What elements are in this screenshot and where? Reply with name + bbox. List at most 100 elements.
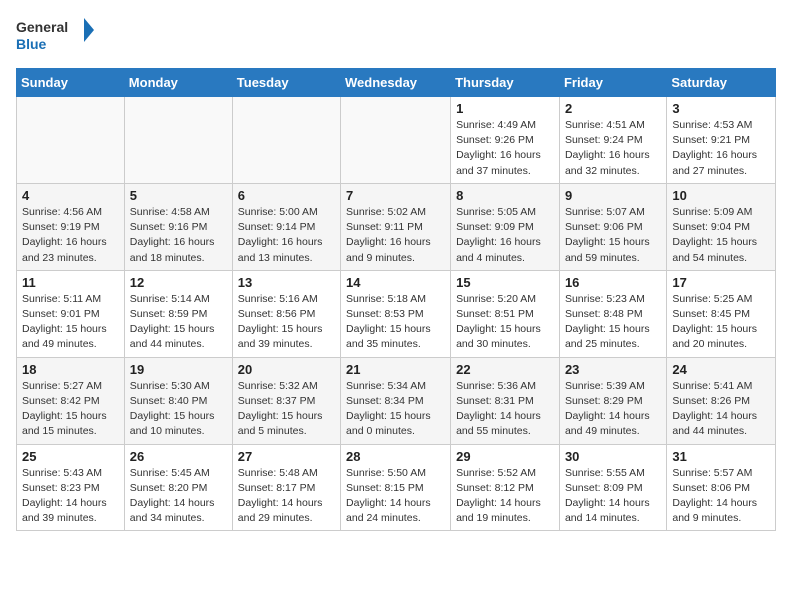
weekday-header-row: SundayMondayTuesdayWednesdayThursdayFrid… — [17, 69, 776, 97]
weekday-header-monday: Monday — [124, 69, 232, 97]
day-number: 30 — [565, 449, 661, 464]
day-number: 29 — [456, 449, 554, 464]
day-info: Sunrise: 5:36 AM Sunset: 8:31 PM Dayligh… — [456, 379, 554, 440]
calendar-cell: 25Sunrise: 5:43 AM Sunset: 8:23 PM Dayli… — [17, 444, 125, 531]
week-row-2: 4 Sunrise: 4:56 AM Sunset: 9:19 PM Daylig… — [17, 183, 776, 270]
calendar-cell: 23 Sunrise: 5:39 AM Sunset: 8:29 PM Dayli… — [559, 357, 666, 444]
day-number: 12 — [130, 275, 227, 290]
day-number: 24 — [672, 362, 770, 377]
week-row-1: 1Sunrise: 4:49 AM Sunset: 9:26 PM Daylig… — [17, 97, 776, 184]
svg-text:General: General — [16, 19, 68, 35]
calendar-cell: 7Sunrise: 5:02 AM Sunset: 9:11 PM Daylig… — [341, 183, 451, 270]
day-info: Sunrise: 5:39 AM Sunset: 8:29 PM Dayligh… — [565, 379, 661, 440]
day-info: Sunrise: 4:53 AM Sunset: 9:21 PM Dayligh… — [672, 118, 770, 179]
day-info: Sunrise: 5:05 AM Sunset: 9:09 PM Dayligh… — [456, 205, 554, 266]
day-number: 8 — [456, 188, 554, 203]
day-info: Sunrise: 5:50 AM Sunset: 8:15 PM Dayligh… — [346, 466, 445, 527]
day-number: 11 — [22, 275, 119, 290]
weekday-header-sunday: Sunday — [17, 69, 125, 97]
day-number: 13 — [238, 275, 335, 290]
day-number: 3 — [672, 101, 770, 116]
day-info: Sunrise: 5:55 AM Sunset: 8:09 PM Dayligh… — [565, 466, 661, 527]
day-number: 5 — [130, 188, 227, 203]
calendar-table: SundayMondayTuesdayWednesdayThursdayFrid… — [16, 68, 776, 531]
day-number: 19 — [130, 362, 227, 377]
calendar-cell: 6 Sunrise: 5:00 AM Sunset: 9:14 PM Daylig… — [232, 183, 340, 270]
calendar-cell: 11 Sunrise: 5:11 AM Sunset: 9:01 PM Dayli… — [17, 270, 125, 357]
calendar-cell: 28 Sunrise: 5:50 AM Sunset: 8:15 PM Dayli… — [341, 444, 451, 531]
day-number: 2 — [565, 101, 661, 116]
calendar-cell: 19 Sunrise: 5:30 AM Sunset: 8:40 PM Dayli… — [124, 357, 232, 444]
day-number: 18 — [22, 362, 119, 377]
day-info: Sunrise: 5:34 AM Sunset: 8:34 PM Dayligh… — [346, 379, 445, 440]
day-info: Sunrise: 5:14 AM Sunset: 8:59 PM Dayligh… — [130, 292, 227, 353]
day-info: Sunrise: 5:45 AM Sunset: 8:20 PM Dayligh… — [130, 466, 227, 527]
calendar-cell: 24 Sunrise: 5:41 AM Sunset: 8:26 PM Dayli… — [667, 357, 776, 444]
calendar-cell: 3 Sunrise: 4:53 AM Sunset: 9:21 PM Daylig… — [667, 97, 776, 184]
calendar-cell: 20 Sunrise: 5:32 AM Sunset: 8:37 PM Dayli… — [232, 357, 340, 444]
weekday-header-saturday: Saturday — [667, 69, 776, 97]
day-info: Sunrise: 5:30 AM Sunset: 8:40 PM Dayligh… — [130, 379, 227, 440]
weekday-header-tuesday: Tuesday — [232, 69, 340, 97]
day-number: 22 — [456, 362, 554, 377]
weekday-header-thursday: Thursday — [451, 69, 560, 97]
day-info: Sunrise: 5:00 AM Sunset: 9:14 PM Dayligh… — [238, 205, 335, 266]
day-info: Sunrise: 5:32 AM Sunset: 8:37 PM Dayligh… — [238, 379, 335, 440]
calendar-cell: 21 Sunrise: 5:34 AM Sunset: 8:34 PM Dayli… — [341, 357, 451, 444]
week-row-4: 18 Sunrise: 5:27 AM Sunset: 8:42 PM Dayli… — [17, 357, 776, 444]
day-info: Sunrise: 5:52 AM Sunset: 8:12 PM Dayligh… — [456, 466, 554, 527]
day-number: 16 — [565, 275, 661, 290]
day-number: 9 — [565, 188, 661, 203]
day-number: 7 — [346, 188, 445, 203]
day-info: Sunrise: 5:16 AM Sunset: 8:56 PM Dayligh… — [238, 292, 335, 353]
calendar-cell: 9Sunrise: 5:07 AM Sunset: 9:06 PM Daylig… — [559, 183, 666, 270]
calendar-cell: 27 Sunrise: 5:48 AM Sunset: 8:17 PM Dayli… — [232, 444, 340, 531]
day-number: 10 — [672, 188, 770, 203]
day-number: 23 — [565, 362, 661, 377]
day-info: Sunrise: 5:25 AM Sunset: 8:45 PM Dayligh… — [672, 292, 770, 353]
calendar-cell: 22 Sunrise: 5:36 AM Sunset: 8:31 PM Dayli… — [451, 357, 560, 444]
calendar-cell: 5 Sunrise: 4:58 AM Sunset: 9:16 PM Daylig… — [124, 183, 232, 270]
day-number: 14 — [346, 275, 445, 290]
day-info: Sunrise: 5:41 AM Sunset: 8:26 PM Dayligh… — [672, 379, 770, 440]
calendar-cell: 2 Sunrise: 4:51 AM Sunset: 9:24 PM Daylig… — [559, 97, 666, 184]
calendar-cell — [124, 97, 232, 184]
day-info: Sunrise: 4:56 AM Sunset: 9:19 PM Dayligh… — [22, 205, 119, 266]
day-info: Sunrise: 5:09 AM Sunset: 9:04 PM Dayligh… — [672, 205, 770, 266]
day-number: 27 — [238, 449, 335, 464]
calendar-cell — [17, 97, 125, 184]
calendar-cell — [341, 97, 451, 184]
calendar-cell: 4 Sunrise: 4:56 AM Sunset: 9:19 PM Daylig… — [17, 183, 125, 270]
calendar-cell: 14 Sunrise: 5:18 AM Sunset: 8:53 PM Dayli… — [341, 270, 451, 357]
day-info: Sunrise: 4:51 AM Sunset: 9:24 PM Dayligh… — [565, 118, 661, 179]
day-info: Sunrise: 5:57 AM Sunset: 8:06 PM Dayligh… — [672, 466, 770, 527]
calendar-cell: 26 Sunrise: 5:45 AM Sunset: 8:20 PM Dayli… — [124, 444, 232, 531]
calendar-cell: 16 Sunrise: 5:23 AM Sunset: 8:48 PM Dayli… — [559, 270, 666, 357]
day-number: 4 — [22, 188, 119, 203]
calendar-cell: 31Sunrise: 5:57 AM Sunset: 8:06 PM Dayli… — [667, 444, 776, 531]
calendar-cell — [232, 97, 340, 184]
logo-svg: General Blue — [16, 16, 96, 56]
day-info: Sunrise: 5:11 AM Sunset: 9:01 PM Dayligh… — [22, 292, 119, 353]
day-info: Sunrise: 4:58 AM Sunset: 9:16 PM Dayligh… — [130, 205, 227, 266]
calendar-cell: 17Sunrise: 5:25 AM Sunset: 8:45 PM Dayli… — [667, 270, 776, 357]
day-info: Sunrise: 5:43 AM Sunset: 8:23 PM Dayligh… — [22, 466, 119, 527]
day-info: Sunrise: 5:23 AM Sunset: 8:48 PM Dayligh… — [565, 292, 661, 353]
week-row-3: 11 Sunrise: 5:11 AM Sunset: 9:01 PM Dayli… — [17, 270, 776, 357]
day-number: 1 — [456, 101, 554, 116]
week-row-5: 25Sunrise: 5:43 AM Sunset: 8:23 PM Dayli… — [17, 444, 776, 531]
weekday-header-friday: Friday — [559, 69, 666, 97]
calendar-cell: 18 Sunrise: 5:27 AM Sunset: 8:42 PM Dayli… — [17, 357, 125, 444]
day-number: 20 — [238, 362, 335, 377]
day-number: 6 — [238, 188, 335, 203]
day-number: 28 — [346, 449, 445, 464]
calendar-cell: 13 Sunrise: 5:16 AM Sunset: 8:56 PM Dayli… — [232, 270, 340, 357]
day-info: Sunrise: 5:48 AM Sunset: 8:17 PM Dayligh… — [238, 466, 335, 527]
calendar-cell: 15Sunrise: 5:20 AM Sunset: 8:51 PM Dayli… — [451, 270, 560, 357]
logo: General Blue — [16, 16, 96, 56]
calendar-cell: 10 Sunrise: 5:09 AM Sunset: 9:04 PM Dayli… — [667, 183, 776, 270]
day-number: 21 — [346, 362, 445, 377]
day-number: 26 — [130, 449, 227, 464]
day-info: Sunrise: 5:27 AM Sunset: 8:42 PM Dayligh… — [22, 379, 119, 440]
day-info: Sunrise: 5:18 AM Sunset: 8:53 PM Dayligh… — [346, 292, 445, 353]
